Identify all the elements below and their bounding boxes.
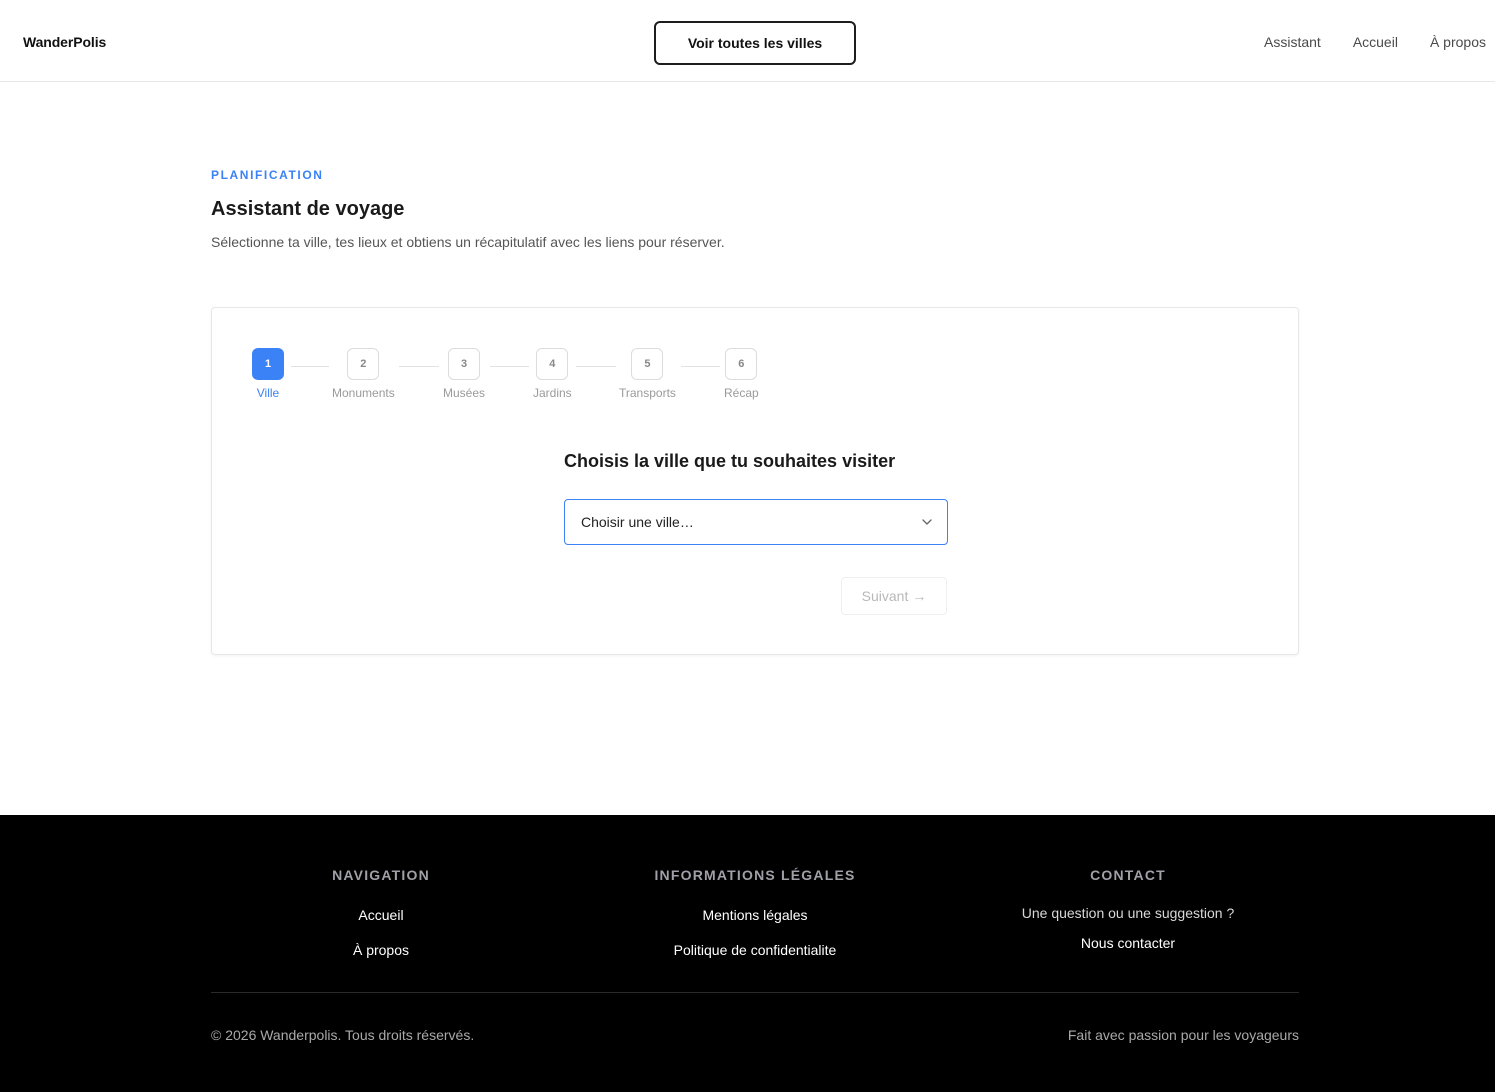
step-connector — [291, 366, 329, 367]
wizard-card: 1 Ville 2 Monuments 3 Musées 4 Jardins 5… — [211, 307, 1299, 655]
footer-column-title: NAVIGATION — [332, 867, 430, 883]
site-footer: NAVIGATION Accueil À propos INFORMATIONS… — [0, 815, 1495, 1092]
nav-link-assistant[interactable]: Assistant — [1264, 34, 1321, 50]
footer-legal-column: INFORMATIONS LÉGALES Mentions légales Po… — [605, 867, 905, 958]
footer-contact-text: Une question ou une suggestion ? — [1021, 905, 1235, 921]
footer-link-accueil[interactable]: Accueil — [231, 907, 531, 923]
wizard-step-jardins[interactable]: 4 Jardins — [533, 348, 572, 400]
footer-link-mentions-legales[interactable]: Mentions légales — [605, 907, 905, 923]
nav-link-accueil[interactable]: Accueil — [1353, 34, 1398, 50]
wizard-step-transports[interactable]: 5 Transports — [619, 348, 676, 400]
footer-link-contact[interactable]: Nous contacter — [978, 935, 1278, 951]
footer-contact-column: CONTACT Une question ou une suggestion ?… — [978, 867, 1278, 951]
step-connector — [490, 366, 529, 367]
view-all-cities-button[interactable]: Voir toutes les villes — [654, 21, 856, 65]
footer-link-politique-confidentialite[interactable]: Politique de confidentialite — [605, 942, 905, 958]
step-number: 2 — [347, 348, 380, 380]
wizard-step-ville[interactable]: 1 Ville — [252, 348, 284, 400]
site-header: WanderPolis Voir toutes les villes Assis… — [0, 0, 1495, 82]
footer-copyright: © 2026 Wanderpolis. Tous droits réservés… — [211, 1027, 475, 1043]
footer-column-title: INFORMATIONS LÉGALES — [654, 867, 856, 883]
footer-divider — [211, 992, 1299, 993]
arrow-right-icon: → — [912, 588, 927, 604]
step-number: 3 — [448, 348, 481, 380]
page-title: Assistant de voyage — [211, 198, 405, 220]
wizard-step-musees[interactable]: 3 Musées — [443, 348, 485, 400]
step-label: Récap — [724, 386, 759, 400]
step-number: 6 — [725, 348, 758, 380]
footer-link-a-propos[interactable]: À propos — [231, 942, 531, 958]
section-eyebrow: PLANIFICATION — [211, 168, 324, 182]
step-question: Choisis la ville que tu souhaites visite… — [564, 451, 896, 471]
step-label: Jardins — [533, 386, 572, 400]
step-connector — [681, 366, 720, 367]
step-connector — [576, 366, 616, 367]
footer-tagline: Fait avec passion pour les voyageurs — [1067, 1027, 1299, 1043]
step-label: Monuments — [332, 386, 395, 400]
footer-column-title: CONTACT — [1090, 867, 1166, 883]
chevron-down-icon — [922, 519, 932, 525]
step-number: 1 — [252, 348, 284, 380]
step-number: 5 — [631, 348, 664, 380]
city-select-value: Choisir une ville… — [581, 514, 694, 530]
step-label: Transports — [619, 386, 676, 400]
footer-navigation-column: NAVIGATION Accueil À propos — [231, 867, 531, 958]
brand-logo[interactable]: WanderPolis — [23, 34, 106, 50]
wizard-step-monuments[interactable]: 2 Monuments — [332, 348, 395, 400]
next-step-button[interactable]: Suivant → — [841, 577, 947, 615]
page-subtitle: Sélectionne ta ville, tes lieux et obtie… — [211, 234, 725, 250]
wizard-step-recap[interactable]: 6 Récap — [724, 348, 759, 400]
nav-link-a-propos[interactable]: À propos — [1430, 34, 1486, 50]
step-label: Ville — [256, 386, 280, 400]
next-step-label: Suivant — [861, 588, 909, 604]
step-connector — [399, 366, 439, 367]
step-label: Musées — [443, 386, 486, 400]
step-number: 4 — [536, 348, 569, 380]
city-select[interactable]: Choisir une ville… — [564, 499, 948, 545]
main-nav: Assistant Accueil À propos — [1264, 34, 1486, 50]
